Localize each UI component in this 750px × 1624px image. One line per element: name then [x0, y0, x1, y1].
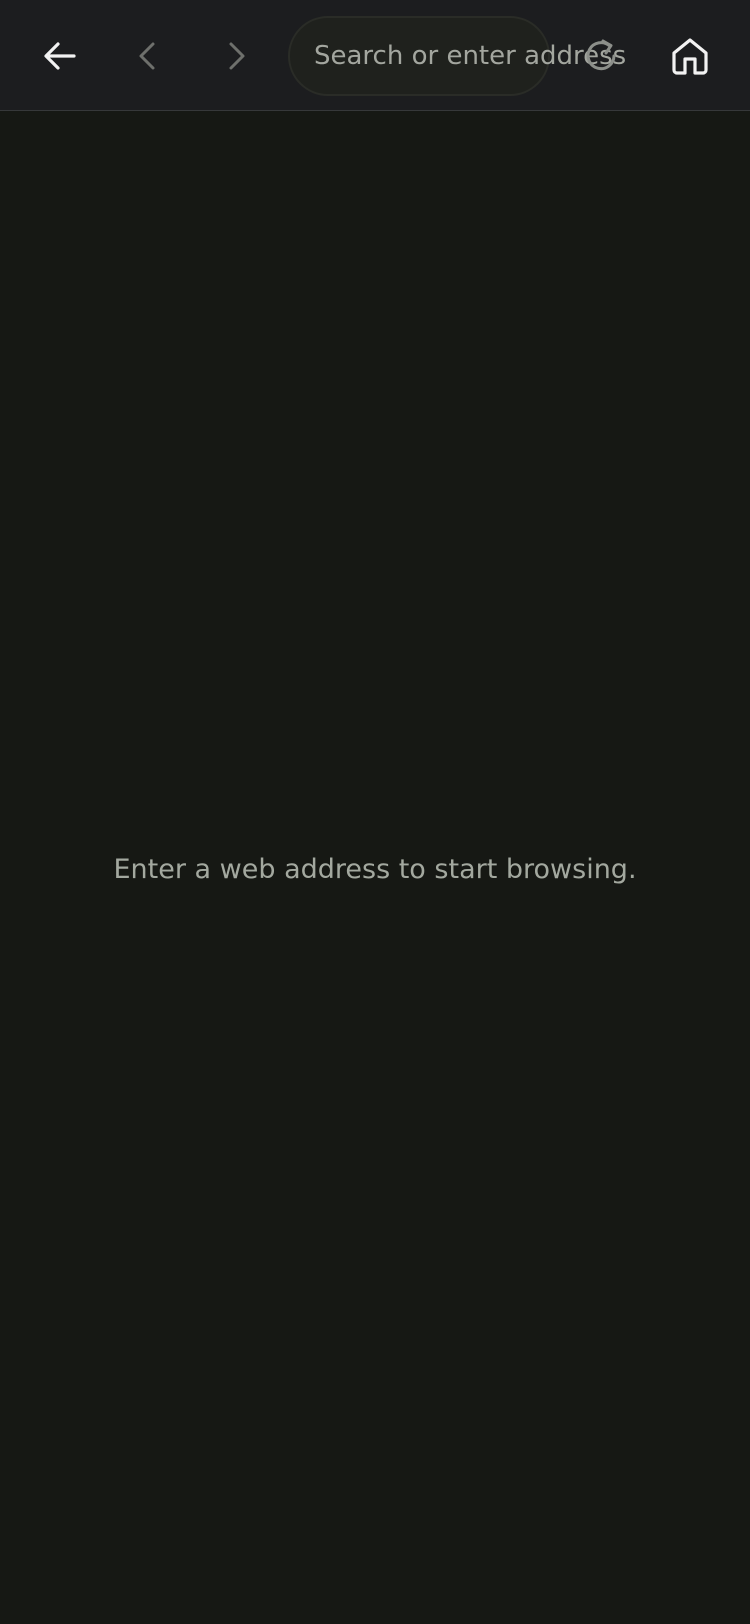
chevron-right-icon: [229, 42, 245, 70]
back-button[interactable]: [116, 24, 180, 88]
home-button[interactable]: [658, 24, 722, 88]
reload-icon: [586, 39, 616, 71]
arrow-left-icon: [44, 42, 76, 70]
chevron-left-icon: [139, 42, 155, 70]
reload-button[interactable]: [570, 24, 634, 88]
empty-state-message: Enter a web address to start browsing.: [113, 854, 637, 885]
exit-button[interactable]: [28, 24, 92, 88]
home-icon: [672, 38, 708, 75]
forward-button[interactable]: [204, 24, 268, 88]
browser-toolbar: [0, 0, 750, 111]
address-bar[interactable]: [288, 16, 654, 96]
browser-app: Enter a web address to start browsing.: [0, 0, 750, 1624]
page-content: Enter a web address to start browsing.: [0, 112, 750, 1624]
